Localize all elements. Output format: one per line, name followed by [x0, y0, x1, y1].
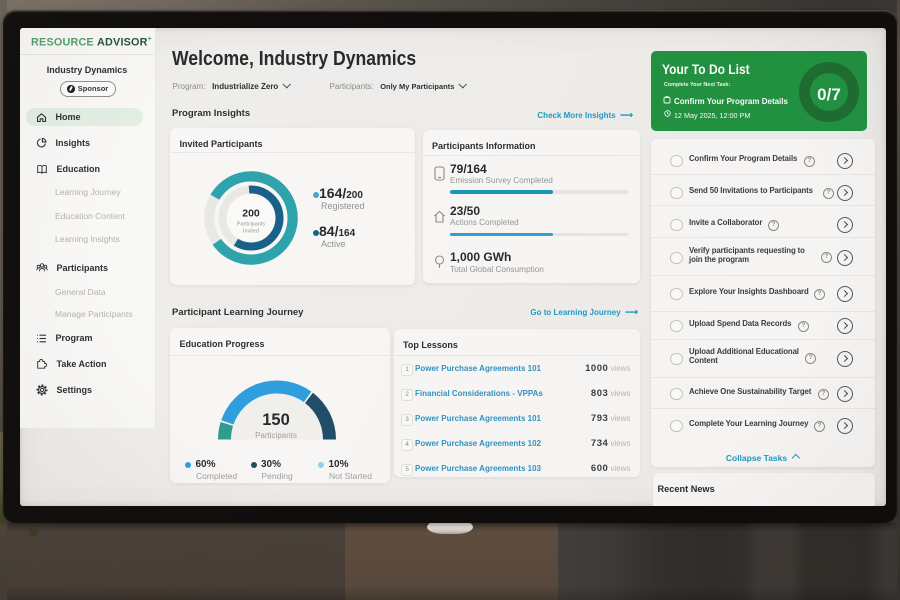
- svg-text:Invited: Invited: [243, 229, 259, 235]
- svg-text:Participants: Participants: [236, 222, 264, 228]
- svg-text:200: 200: [242, 208, 260, 220]
